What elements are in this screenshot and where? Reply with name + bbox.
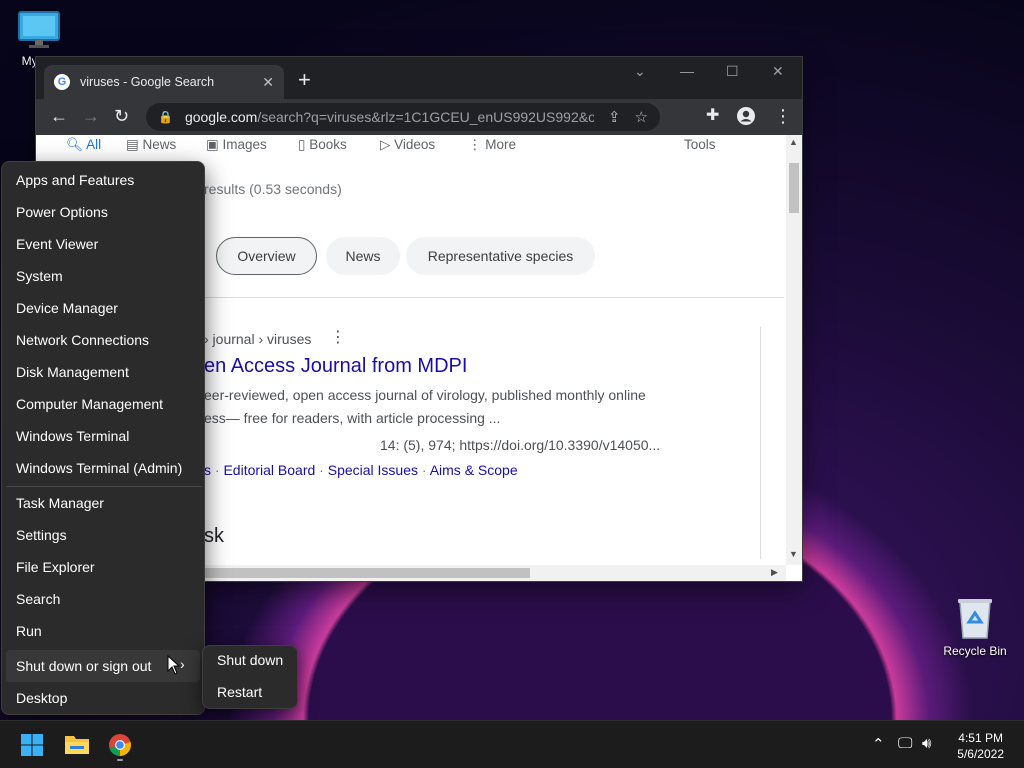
menu-item-computer-management[interactable]: Computer Management: [16, 396, 163, 412]
menu-item-disk-management[interactable]: Disk Management: [16, 364, 129, 380]
menu-item-network-connections[interactable]: Network Connections: [16, 332, 149, 348]
submenu-item-restart[interactable]: Restart: [217, 684, 262, 700]
result-citation: 14: (5), 974; https://doi.org/10.3390/v1…: [380, 437, 661, 453]
url-text: google.com/search?q=viruses&rlz=1C1GCEU_…: [185, 109, 594, 125]
forward-icon[interactable]: →: [82, 106, 100, 126]
menu-item-windows-terminal[interactable]: Windows Terminal: [16, 428, 129, 444]
scroll-right-icon[interactable]: ▶: [771, 567, 778, 578]
taskbar: ⌃ 🖵 🔊︎ 4:51 PM 5/6/2022: [0, 720, 1024, 768]
tab-books[interactable]: ▯ Books: [298, 137, 347, 153]
search-small-icon: 🔍︎: [66, 137, 87, 152]
images-icon: ▣: [206, 137, 223, 152]
google-favicon-icon: G: [54, 74, 70, 90]
result-breadcrumb: › journal › viruses: [204, 331, 312, 347]
tab-news[interactable]: ▤ News: [126, 137, 176, 153]
back-icon[interactable]: ←: [50, 106, 68, 126]
menu-item-file-explorer[interactable]: File Explorer: [16, 559, 95, 575]
menu-separator: [6, 486, 202, 487]
recycle-bin-label: Recycle Bin: [943, 644, 1007, 658]
new-tab-icon[interactable]: +: [298, 69, 311, 91]
menu-item-device-manager[interactable]: Device Manager: [16, 300, 118, 316]
chip-overview[interactable]: Overview: [216, 237, 317, 275]
chrome-taskbar-icon[interactable]: [108, 733, 132, 766]
start-windows-icon[interactable]: [20, 733, 44, 762]
chip-representative-species[interactable]: Representative species: [406, 237, 595, 275]
menu-item-apps-and-features[interactable]: Apps and Features: [16, 172, 134, 188]
result-title-link[interactable]: en Access Journal from MDPI: [204, 355, 467, 378]
sitelink-partial[interactable]: s: [204, 462, 211, 478]
tab-all[interactable]: 🔍︎ All: [66, 137, 101, 153]
volume-icon[interactable]: 🔊︎: [922, 735, 931, 752]
show-hidden-icons-chevron-icon[interactable]: ⌃: [872, 735, 885, 753]
menu-item-settings[interactable]: Settings: [16, 527, 67, 543]
chip-news[interactable]: News: [326, 237, 400, 275]
address-bar[interactable]: 🔒 google.com/search?q=viruses&rlz=1C1GCE…: [146, 103, 660, 131]
tools-button[interactable]: Tools: [684, 137, 716, 152]
scroll-up-icon[interactable]: ▲: [789, 137, 798, 147]
mouse-cursor-icon: [167, 655, 181, 675]
vertical-scroll-thumb[interactable]: [789, 163, 799, 213]
url-host: google.com: [184, 109, 258, 125]
tab-search-chevron-icon[interactable]: ⌄: [634, 63, 646, 80]
tab-close-icon[interactable]: ✕: [262, 74, 274, 91]
menu-item-power-options[interactable]: Power Options: [16, 204, 108, 220]
tab-videos[interactable]: ▷ Videos: [380, 137, 435, 153]
menu-item-desktop[interactable]: Desktop: [16, 690, 67, 706]
extensions-puzzle-icon[interactable]: ✚: [706, 106, 719, 126]
browser-toolbar: ← → ↻ 🔒 google.com/search?q=viruses&rlz=…: [36, 99, 802, 135]
chrome-menu-icon[interactable]: ⋮: [774, 106, 792, 126]
next-section-heading: sk: [204, 525, 224, 547]
menu-item-windows-terminal-admin[interactable]: Windows Terminal (Admin): [16, 460, 182, 476]
tab-images[interactable]: ▣ Images: [206, 137, 267, 153]
side-panel-divider: [760, 327, 761, 559]
menu-item-system[interactable]: System: [16, 268, 63, 284]
more-dots-icon: ⋮: [468, 137, 486, 152]
search-tabs: 🔍︎ All ▤ News ▣ Images ▯ Books ▷ Videos …: [36, 135, 786, 157]
result-snippet-line-1: eer-reviewed, open access journal of vir…: [204, 387, 646, 403]
recycle-bin-icon: [958, 599, 992, 639]
result-stats: results (0.53 seconds): [204, 181, 342, 197]
result-options-icon[interactable]: ⋮: [330, 327, 346, 347]
submenu-item-shut-down[interactable]: Shut down: [217, 652, 283, 668]
clock-time: 4:51 PM: [958, 731, 1003, 745]
reload-icon[interactable]: ↻: [114, 106, 129, 126]
minimize-icon[interactable]: —: [680, 63, 694, 79]
winx-context-menu: Apps and Features Power Options Event Vi…: [1, 161, 205, 715]
menu-item-search[interactable]: Search: [16, 591, 60, 607]
url-path: /search?q=viruses&rlz=1C1GCEU_enUS992US9…: [257, 109, 594, 125]
shutdown-submenu: Shut down Restart: [202, 645, 298, 709]
lock-icon: 🔒: [158, 110, 173, 124]
network-icon[interactable]: 🖵: [898, 735, 912, 752]
menu-item-task-manager[interactable]: Task Manager: [16, 495, 104, 511]
menu-item-run[interactable]: Run: [16, 623, 42, 639]
monitor-icon: [18, 11, 60, 48]
sitelink-editorial-board[interactable]: Editorial Board: [223, 462, 315, 478]
vertical-scrollbar[interactable]: ▲ ▼: [786, 135, 802, 565]
horizontal-scroll-thumb[interactable]: [204, 568, 530, 578]
file-explorer-icon[interactable]: [64, 733, 90, 760]
tab-more[interactable]: ⋮ More: [468, 137, 516, 153]
result-sitelinks: s · Editorial Board · Special Issues · A…: [204, 462, 518, 478]
sitelink-special-issues[interactable]: Special Issues: [328, 462, 418, 478]
tab-strip: G viruses - Google Search ✕ + ⌄ — ☐ ✕: [36, 57, 802, 99]
videos-icon: ▷: [380, 137, 395, 152]
news-icon: ▤: [126, 137, 143, 152]
window-close-icon[interactable]: ✕: [772, 63, 784, 80]
menu-item-shut-down-or-sign-out[interactable]: Shut down or sign out: [16, 658, 151, 674]
tab-title: viruses - Google Search: [80, 75, 215, 89]
bookmark-star-icon[interactable]: ☆: [635, 108, 648, 126]
browser-tab[interactable]: G viruses - Google Search ✕: [44, 65, 284, 99]
profile-avatar-icon[interactable]: [736, 106, 756, 130]
recycle-bin-desktop-icon[interactable]: Recycle Bin: [940, 596, 1010, 658]
menu-item-event-viewer[interactable]: Event Viewer: [16, 236, 98, 252]
maximize-icon[interactable]: ☐: [726, 63, 739, 80]
share-icon[interactable]: ⇪: [608, 108, 621, 126]
system-clock[interactable]: 4:51 PM 5/6/2022: [957, 730, 1004, 762]
books-icon: ▯: [298, 137, 310, 152]
result-snippet-line-2: ess— free for readers, with article proc…: [204, 410, 501, 426]
scroll-down-icon[interactable]: ▼: [789, 549, 798, 559]
clock-date: 5/6/2022: [957, 747, 1004, 761]
sitelink-aims-scope[interactable]: Aims & Scope: [430, 462, 518, 478]
